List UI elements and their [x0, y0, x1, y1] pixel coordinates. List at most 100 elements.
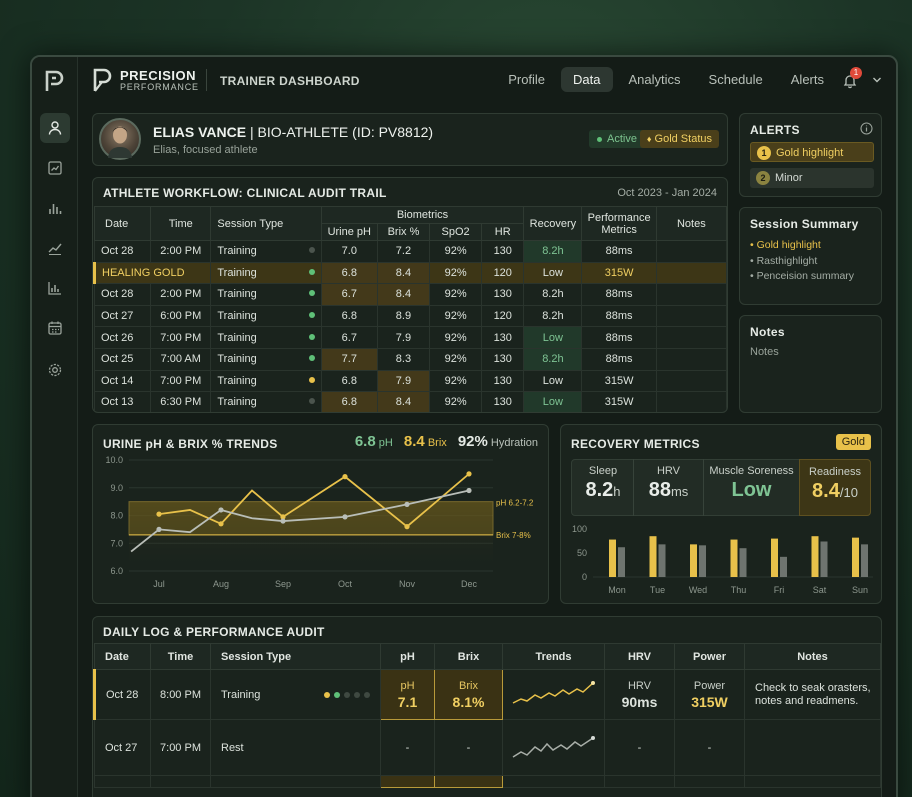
- sparkline-gold[interactable]: [502, 669, 605, 720]
- chevron-down-icon[interactable]: [872, 75, 882, 85]
- soreness-metric: Muscle Soreness Low: [703, 459, 799, 516]
- bar: [730, 539, 738, 577]
- nav-schedule[interactable]: Schedule: [697, 67, 775, 92]
- data-point: [156, 511, 162, 517]
- nav-profile[interactable]: Profile: [496, 67, 557, 92]
- y-tick-label: 7.0: [110, 538, 123, 548]
- avatar[interactable]: [99, 118, 141, 160]
- notification-badge: 1: [850, 67, 862, 79]
- table-row[interactable]: Oct 28 8:00 PM Training pH 7.1 Brix 8.1% H…: [93, 669, 881, 720]
- table-row[interactable]: Oct 25 7:00 AM Training 7.7 8.3 92% 130 …: [93, 347, 727, 371]
- col-hr[interactable]: HR: [481, 223, 525, 241]
- col-spo2[interactable]: SpO2: [429, 223, 483, 241]
- col-notes[interactable]: Notes: [744, 643, 881, 670]
- table-row[interactable]: Oct 26 7:00 PM Training 6.7 7.9 92% 130 …: [93, 326, 727, 349]
- x-tick-label: Oct: [338, 579, 353, 589]
- info-icon[interactable]: [860, 122, 873, 135]
- sidebar-profile-icon[interactable]: [40, 113, 70, 143]
- workflow-table: Date Time Session Type Biometrics Recove…: [93, 206, 727, 412]
- x-tick-label: Sat: [813, 585, 827, 595]
- status-dot: [308, 355, 315, 362]
- athlete-name-line: ELIAS VANCE | BIO-ATHLETE (ID: PV8812): [153, 124, 433, 140]
- progress-dots: [320, 689, 370, 701]
- bar: [739, 548, 747, 577]
- athlete-profile-card: ELIAS VANCE | BIO-ATHLETE (ID: PV8812) E…: [92, 113, 728, 166]
- top-bar: PRECISION PERFORMANCE TRAINER DASHBOARD …: [78, 57, 896, 105]
- bar: [852, 537, 859, 577]
- session-summary-title: Session Summary: [750, 217, 859, 231]
- trends-title: URINE pH & BRIX % TRENDS: [103, 437, 278, 451]
- col-time[interactable]: Time: [150, 206, 212, 241]
- sparkline-grey[interactable]: [502, 719, 605, 776]
- brand[interactable]: PRECISION PERFORMANCE: [92, 67, 199, 93]
- sidebar-trend-icon[interactable]: [40, 233, 70, 263]
- nav-analytics[interactable]: Analytics: [617, 67, 693, 92]
- col-urine-ph[interactable]: Urine pH: [320, 223, 378, 241]
- table-row-highlighted[interactable]: HEALING GOLD Training 6.8 8.4 92% 120 Lo…: [93, 261, 727, 285]
- col-brix[interactable]: Brix: [434, 643, 503, 670]
- gold-badge: Gold: [835, 434, 871, 450]
- col-time[interactable]: Time: [150, 643, 211, 670]
- table-row[interactable]: Oct 14 7:00 PM Training 6.8 7.9 92% 130 …: [93, 369, 727, 393]
- table-row[interactable]: Oct 27 7:00 PM Rest - - - -: [94, 719, 881, 776]
- list-item: • Gold highlight: [750, 239, 821, 251]
- recovery-bar-chart[interactable]: 100 50 0 Mon Tue Wed Thu Fri Sat Sun: [561, 521, 881, 603]
- table-row[interactable]: Oct 13 6:30 PM Training 6.8 8.4 92% 130 …: [93, 391, 727, 412]
- status-dot: [308, 268, 315, 275]
- sidebar-chart-box-icon[interactable]: [40, 153, 70, 183]
- nav-alerts[interactable]: Alerts: [779, 67, 836, 92]
- notes-title: Notes: [750, 325, 785, 339]
- app-logo-icon[interactable]: [43, 69, 65, 93]
- alert-item-gold[interactable]: 1 Gold highlight: [750, 142, 874, 162]
- x-tick-label: Wed: [689, 585, 707, 595]
- data-point: [280, 518, 286, 524]
- col-biometrics: Biometrics: [320, 206, 525, 224]
- col-session[interactable]: Session Type: [210, 643, 381, 670]
- col-notes[interactable]: Notes: [655, 206, 727, 241]
- status-dot: [308, 376, 315, 383]
- table-row[interactable]: Oct 28 2:00 PM Training 6.7 8.4 92% 130 …: [93, 283, 727, 306]
- bar: [690, 544, 697, 577]
- data-point: [218, 507, 224, 513]
- notes-body[interactable]: Notes: [750, 346, 779, 358]
- session-summary-list: • Gold highlight • Rasthighlight • Pence…: [750, 238, 854, 285]
- table-row[interactable]: Oct 27 6:00 PM Training 6.8 8.9 92% 120 …: [93, 304, 727, 328]
- sidebar-bar-chart-icon[interactable]: [40, 193, 70, 223]
- sidebar-analytics-icon[interactable]: [40, 273, 70, 303]
- recovery-panel: RECOVERY METRICS Gold Sleep 8.2h HRV 88m…: [560, 424, 882, 604]
- col-date[interactable]: Date: [94, 643, 151, 670]
- col-recovery[interactable]: Recovery: [523, 206, 583, 241]
- data-point: [156, 526, 162, 532]
- trends-chart[interactable]: 10.0 9.0 8.0 7.0 6.0 pH 6.2-7.2 Brix 7-8% Jul Au…: [93, 453, 548, 603]
- col-ph[interactable]: pH: [380, 643, 435, 670]
- y-tick-label: 8.0: [110, 511, 123, 521]
- col-brix[interactable]: Brix %: [376, 223, 431, 241]
- col-performance[interactable]: Performance Metrics: [581, 206, 657, 241]
- status-badge: Active: [589, 130, 645, 148]
- col-power[interactable]: Power: [674, 643, 745, 670]
- table-row[interactable]: Oct 28 2:00 PM Training 7.0 7.2 92% 130 …: [93, 240, 727, 263]
- bar: [771, 538, 778, 577]
- daily-log-panel: DAILY LOG & PERFORMANCE AUDIT Date Time …: [92, 616, 882, 797]
- x-tick-label: Thu: [731, 585, 747, 595]
- col-hrv[interactable]: HRV: [604, 643, 675, 670]
- alert-item-minor[interactable]: 2 Minor: [750, 168, 874, 188]
- data-point: [404, 501, 410, 507]
- sidebar-settings-icon[interactable]: [40, 355, 70, 385]
- session-summary-panel: Session Summary • Gold highlight • Rasth…: [739, 207, 882, 305]
- trends-summary: 6.8 pH 8.4 Brix 92% Hydration: [354, 433, 538, 450]
- brand-divider: [206, 69, 207, 91]
- x-tick-label: Sep: [275, 579, 291, 589]
- bar: [811, 536, 819, 577]
- workflow-title: ATHLETE WORKFLOW: CLINICAL AUDIT TRAIL: [103, 186, 387, 200]
- y-tick-label: 50: [577, 548, 587, 558]
- band-brix-label: Brix 7-8%: [496, 531, 531, 540]
- nav-data[interactable]: Data: [561, 67, 613, 92]
- data-point: [342, 514, 348, 520]
- workflow-date-range[interactable]: Oct 2023 - Jan 2024: [617, 187, 717, 199]
- col-session[interactable]: Session Type: [210, 206, 322, 241]
- col-trends[interactable]: Trends: [502, 643, 605, 670]
- brand-logo-icon: [93, 68, 112, 92]
- col-date[interactable]: Date: [93, 206, 152, 241]
- sidebar-calendar-icon[interactable]: [40, 313, 70, 343]
